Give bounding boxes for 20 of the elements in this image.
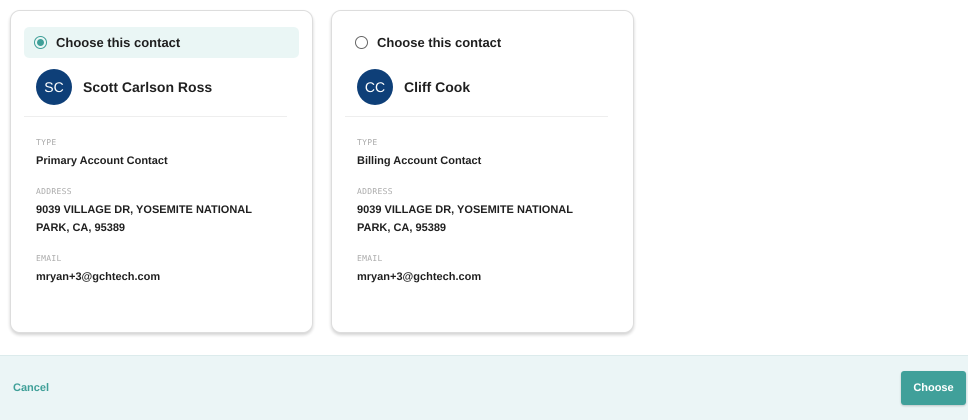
field-label: TYPE xyxy=(357,138,378,147)
field-value: mryan+3@gchtech.com xyxy=(36,270,162,285)
avatar: CC xyxy=(357,69,393,105)
radio-icon[interactable] xyxy=(355,36,368,49)
avatar: SC xyxy=(36,69,72,105)
contact-name: Scott Carlson Ross xyxy=(83,79,212,95)
field-value: mryan+3@gchtech.com xyxy=(357,270,482,285)
field-value: Billing Account Contact xyxy=(357,154,482,169)
field-label: EMAIL xyxy=(36,254,63,263)
field-label: ADDRESS xyxy=(357,187,394,196)
radio-option[interactable]: Choose this contact xyxy=(24,27,299,58)
field-value: 9039 VILLAGE DR, YOSEMITE NATIONAL PARK, CA, 95389 xyxy=(36,203,253,236)
field-value: 9039 VILLAGE DR, YOSEMITE NATIONAL PARK, CA, 95389 xyxy=(357,203,574,236)
field-label: TYPE xyxy=(36,138,58,147)
field-value: Primary Account Contact xyxy=(36,154,169,169)
radio-option[interactable]: Choose this contact xyxy=(345,27,620,58)
field-label: ADDRESS xyxy=(36,187,73,196)
field-label: EMAIL xyxy=(357,254,384,263)
radio-icon[interactable] xyxy=(34,36,47,49)
contact-name: Cliff Cook xyxy=(404,79,470,95)
